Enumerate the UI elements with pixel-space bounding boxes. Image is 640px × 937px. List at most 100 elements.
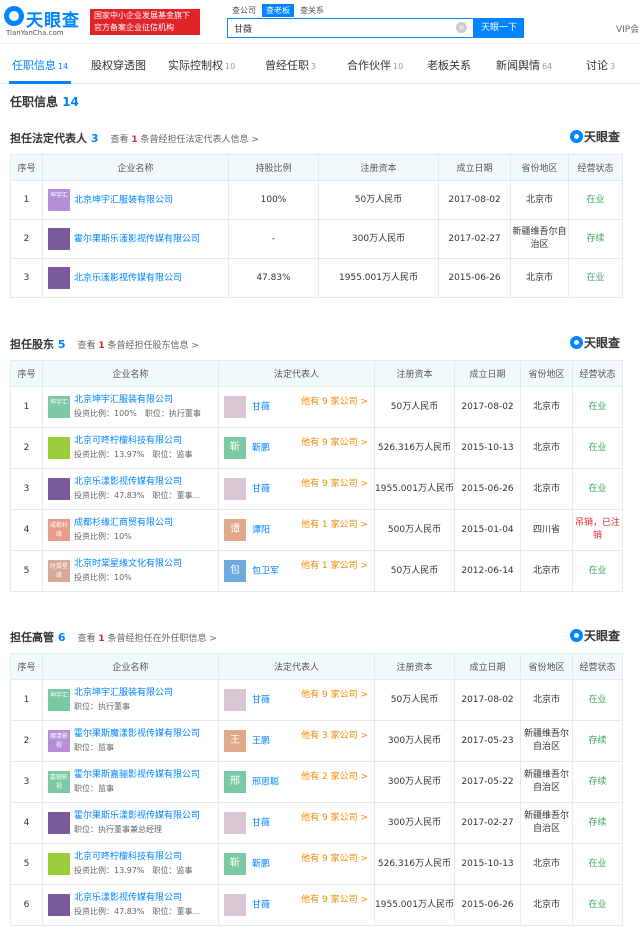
more-companies-link[interactable]: 他有 9 家公司 > bbox=[301, 396, 368, 409]
founded-date: 2015-10-13 bbox=[454, 843, 521, 885]
region: 北京市 bbox=[520, 843, 573, 885]
person-name-link[interactable]: 甘薇 bbox=[252, 901, 270, 911]
search-button[interactable]: 天眼一下 bbox=[474, 18, 524, 38]
company-name-link[interactable]: 北京坤宇汇服装有限公司 bbox=[74, 196, 173, 206]
more-companies-link[interactable]: 他有 9 家公司 > bbox=[301, 437, 368, 450]
company-logo-icon[interactable] bbox=[48, 267, 70, 289]
company-logo-icon[interactable]: 时棠星缘 bbox=[48, 560, 70, 582]
company-logo-icon[interactable] bbox=[48, 853, 70, 875]
registered-capital: 526.316万人民币 bbox=[374, 427, 455, 469]
clear-icon[interactable]: × bbox=[456, 22, 467, 33]
status-badge: 在业 bbox=[572, 550, 623, 592]
person-name-link[interactable]: 谭阳 bbox=[252, 526, 270, 536]
tab-partners[interactable]: 合作伙伴 10 bbox=[347, 57, 403, 73]
col-header: 企业名称 bbox=[42, 653, 219, 680]
avatar[interactable]: 包 bbox=[224, 560, 246, 582]
founded-date: 2017-05-23 bbox=[454, 720, 521, 762]
tab-discussion[interactable]: 讨论 3 bbox=[586, 57, 615, 73]
table-row: 3 北京乐漾影视传媒有限公司 47.83% 1955.001万人民币 2015-06-2… bbox=[10, 258, 623, 298]
registered-capital: 1955.001万人民币 bbox=[318, 258, 439, 298]
company-logo-icon[interactable] bbox=[48, 478, 70, 500]
more-companies-link[interactable]: 他有 9 家公司 > bbox=[301, 894, 368, 907]
logo-name: 天眼查 bbox=[26, 11, 80, 31]
search-input[interactable]: 甘薇 × bbox=[227, 18, 474, 38]
vip-link[interactable]: VIP会 bbox=[616, 22, 639, 35]
more-companies-link[interactable]: 他有 1 家公司 > bbox=[301, 519, 368, 532]
avatar[interactable]: 谭 bbox=[224, 519, 246, 541]
company-logo-icon[interactable] bbox=[48, 894, 70, 916]
person-name-link[interactable]: 邢思聪 bbox=[252, 778, 279, 788]
person-name-link[interactable]: 甘薇 bbox=[252, 819, 270, 829]
more-companies-link[interactable]: 他有 3 家公司 > bbox=[301, 730, 368, 743]
registered-capital: 500万人民币 bbox=[374, 509, 455, 551]
shareholder-past-link[interactable]: 查看 1 条曾经担任股东信息 > bbox=[78, 341, 199, 351]
col-header: 法定代表人 bbox=[218, 653, 375, 680]
more-companies-link[interactable]: 他有 9 家公司 > bbox=[301, 478, 368, 491]
avatar[interactable] bbox=[224, 894, 246, 916]
avatar[interactable]: 靳 bbox=[224, 853, 246, 875]
region: 新疆维吾尔自治区 bbox=[520, 720, 573, 762]
avatar[interactable]: 邢 bbox=[224, 771, 246, 793]
company-name-link[interactable]: 霍尔果斯乐漾影视传媒有限公司 bbox=[74, 235, 200, 245]
person-name-link[interactable]: 甘薇 bbox=[252, 403, 270, 413]
executive-past-link[interactable]: 查看 1 条曾经担任在外任职信息 > bbox=[78, 634, 217, 644]
company-name-link[interactable]: 北京乐漾影视传媒有限公司 bbox=[74, 892, 200, 905]
company-logo-icon[interactable]: 坤宇汇 bbox=[48, 396, 70, 418]
more-companies-link[interactable]: 他有 1 家公司 > bbox=[301, 560, 368, 573]
company-name-link[interactable]: 北京时棠星缘文化有限公司 bbox=[74, 558, 182, 571]
eye-logo-icon bbox=[4, 6, 24, 26]
tab-equity-chart[interactable]: 股权穿透图 bbox=[91, 57, 148, 73]
tab-news[interactable]: 新闻舆情 64 bbox=[496, 57, 552, 73]
col-header: 省份地区 bbox=[520, 360, 573, 387]
person-name-link[interactable]: 王鹏 bbox=[252, 737, 270, 747]
legal-past-link[interactable]: 查看 1 条曾经担任法定代表人信息 > bbox=[111, 135, 259, 145]
tianyancha-logo[interactable]: 天眼查 TianYanCha.com bbox=[4, 4, 88, 38]
person-name-link[interactable]: 甘薇 bbox=[252, 696, 270, 706]
company-logo-icon[interactable]: 坤宇汇 bbox=[48, 689, 70, 711]
company-name-link[interactable]: 霍尔果斯魔漾影视传媒有限公司 bbox=[74, 728, 200, 741]
company-logo-icon[interactable] bbox=[48, 812, 70, 834]
company-logo-icon[interactable]: 嘉骊影视 bbox=[48, 771, 70, 793]
company-name-link[interactable]: 北京坤宇汇服装有限公司 bbox=[74, 394, 201, 407]
person-name-link[interactable]: 甘薇 bbox=[252, 485, 270, 495]
col-header: 企业名称 bbox=[42, 154, 229, 181]
more-companies-link[interactable]: 他有 9 家公司 > bbox=[301, 812, 368, 825]
company-logo-icon[interactable]: 魔漾影视 bbox=[48, 730, 70, 752]
tab-search-company[interactable]: 查公司 bbox=[228, 4, 260, 17]
company-name-link[interactable]: 霍尔果斯嘉骊影视传媒有限公司 bbox=[74, 769, 200, 782]
company-logo-icon[interactable] bbox=[48, 228, 70, 250]
person-name-link[interactable]: 靳鹏 bbox=[252, 860, 270, 870]
company-logo-icon[interactable]: 坤宇汇 bbox=[48, 189, 70, 211]
avatar[interactable] bbox=[224, 689, 246, 711]
avatar[interactable] bbox=[224, 812, 246, 834]
company-name-link[interactable]: 北京可咚柠檬科技有限公司 bbox=[74, 851, 193, 864]
status-badge: 存续 bbox=[572, 802, 623, 844]
tab-past-positions[interactable]: 曾经任职 3 bbox=[265, 57, 316, 73]
company-logo-icon[interactable] bbox=[48, 437, 70, 459]
company-name-link[interactable]: 北京可咚柠檬科技有限公司 bbox=[74, 435, 193, 448]
region: 北京市 bbox=[520, 679, 573, 721]
tab-actual-control[interactable]: 实际控制权 10 bbox=[168, 57, 235, 73]
legal-rep-heading: 担任法定代表人 3 查看 1 条曾经担任法定代表人信息 > bbox=[10, 132, 259, 145]
person-name-link[interactable]: 包卫军 bbox=[252, 567, 279, 577]
company-name-link[interactable]: 北京乐漾影视传媒有限公司 bbox=[74, 274, 182, 284]
more-companies-link[interactable]: 他有 9 家公司 > bbox=[301, 853, 368, 866]
company-logo-icon[interactable]: 成都杉缘 bbox=[48, 519, 70, 541]
tab-boss-relations[interactable]: 老板关系 bbox=[427, 57, 473, 73]
tab-search-boss[interactable]: 查老板 bbox=[262, 4, 294, 17]
tab-positions[interactable]: 任职信息 14 bbox=[12, 57, 68, 73]
avatar[interactable]: 王 bbox=[224, 730, 246, 752]
avatar[interactable]: 靳 bbox=[224, 437, 246, 459]
table-row: 2 魔漾影视 霍尔果斯魔漾影视传媒有限公司 职位：监事王王鹏 他有 3 家公司 >300… bbox=[10, 720, 623, 762]
more-companies-link[interactable]: 他有 2 家公司 > bbox=[301, 771, 368, 784]
company-name-link[interactable]: 北京乐漾影视传媒有限公司 bbox=[74, 476, 200, 489]
avatar[interactable] bbox=[224, 396, 246, 418]
company-name-link[interactable]: 北京坤宇汇服装有限公司 bbox=[74, 687, 173, 700]
tab-search-relation[interactable]: 查关系 bbox=[296, 4, 328, 17]
company-name-link[interactable]: 霍尔果斯乐漾影视传媒有限公司 bbox=[74, 810, 200, 823]
company-name-link[interactable]: 成都杉缘汇商贸有限公司 bbox=[74, 517, 173, 530]
status-badge: 在业 bbox=[572, 468, 623, 510]
more-companies-link[interactable]: 他有 9 家公司 > bbox=[301, 689, 368, 702]
avatar[interactable] bbox=[224, 478, 246, 500]
person-name-link[interactable]: 靳鹏 bbox=[252, 444, 270, 454]
